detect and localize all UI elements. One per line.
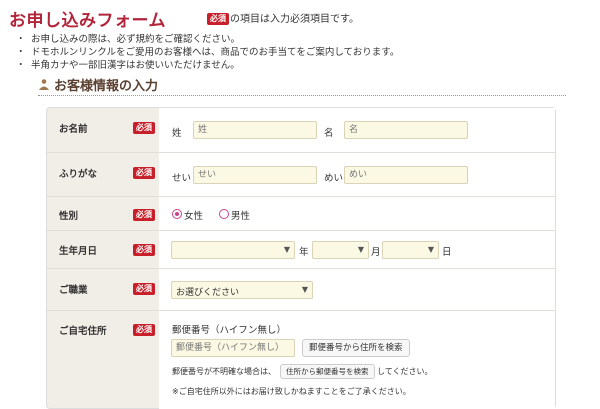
- birth-month-select[interactable]: ▼: [312, 241, 369, 259]
- person-icon: [39, 79, 49, 90]
- gender-female-radio[interactable]: [172, 209, 182, 219]
- last-kana-label: せい: [172, 173, 192, 184]
- gender-male-label[interactable]: 男性: [231, 208, 250, 222]
- birthdate-row: 生年月日 必須 ▼ 年 ▼ 月 ▼ 日: [47, 230, 555, 269]
- occupation-row: ご職業 必須 お選びください ▼: [47, 268, 555, 311]
- required-badge: 必須: [133, 244, 155, 256]
- required-badge: 必須: [133, 324, 155, 336]
- chevron-down-icon: ▼: [301, 285, 308, 294]
- last-name-label: 姓: [172, 128, 182, 139]
- postal-code-input[interactable]: 郵便番号（ハイフン無し）: [171, 339, 295, 357]
- birthdate-label: 生年月日: [59, 246, 98, 257]
- kana-row: ふりがな 必須 せい せい めい めい: [47, 152, 555, 197]
- last-name-input[interactable]: 姓: [193, 121, 317, 139]
- address-row: ご自宅住所 必須 郵便番号（ハイフン無し） 郵便番号（ハイフン無し） 郵便番号か…: [47, 310, 555, 409]
- postal-unknown-text: 郵便番号が不明確な場合は、: [172, 367, 276, 376]
- address-to-postal-button[interactable]: 住所から郵便番号を検索: [280, 364, 375, 379]
- name-label: お名前: [59, 124, 88, 135]
- occupation-label: ご職業: [59, 285, 88, 296]
- section-title: お客様情報の入力: [54, 79, 159, 94]
- occupation-field: お選びください ▼: [159, 269, 555, 311]
- name-fields: 姓 姓 名 名: [159, 108, 555, 152]
- gender-male-radio[interactable]: [219, 209, 229, 219]
- month-unit: 月: [371, 247, 381, 258]
- required-legend-text: の項目は入力必須項目です。: [230, 14, 359, 25]
- notes-list: お申し込みの際は、必ず規約をご確認ください。 ドモホルンリンクルをご愛用のお客様…: [16, 33, 399, 72]
- required-legend: 必須 の項目は入力必須項目です。: [207, 10, 359, 25]
- occupation-select[interactable]: お選びください ▼: [171, 281, 313, 299]
- chevron-down-icon: ▼: [283, 245, 290, 254]
- first-name-label: 名: [324, 128, 334, 139]
- kana-label: ふりがな: [59, 169, 98, 180]
- first-name-input[interactable]: 名: [344, 121, 468, 139]
- section-header: お客様情報の入力: [38, 75, 566, 96]
- first-kana-label: めい: [324, 173, 344, 184]
- gender-row: 性別 必須 女性 男性: [47, 196, 555, 231]
- occupation-value: お選びください: [176, 288, 240, 298]
- last-kana-input[interactable]: せい: [193, 166, 317, 184]
- gender-label: 性別: [59, 211, 79, 222]
- name-row: お名前 必須 姓 姓 名 名: [47, 108, 555, 152]
- chevron-down-icon: ▼: [427, 245, 434, 254]
- postal-code-label: 郵便番号（ハイフン無し）: [172, 325, 287, 336]
- required-badge: 必須: [133, 283, 155, 295]
- required-badge: 必須: [133, 122, 155, 134]
- day-unit: 日: [442, 247, 452, 258]
- birthdate-fields: ▼ 年 ▼ 月 ▼ 日: [159, 231, 555, 269]
- customer-form: お名前 必須 姓 姓 名 名 ふりがな 必須 せい せい めい めい 性別 必須…: [46, 107, 556, 409]
- address-note: ※ご自宅住所以外にはお届け致しかねますことをご了承ください。: [172, 387, 411, 396]
- address-fields: 郵便番号（ハイフン無し） 郵便番号（ハイフン無し） 郵便番号から住所を検索 郵便…: [159, 311, 555, 409]
- birth-day-select[interactable]: ▼: [382, 241, 439, 259]
- page-title: お申し込みフォーム: [9, 11, 166, 31]
- required-badge: 必須: [133, 167, 155, 179]
- required-badge: 必須: [133, 209, 155, 221]
- note-item: 半角カナや一部旧漢字はお使いいただけません。: [16, 59, 399, 72]
- gender-options: 女性 男性: [159, 197, 555, 231]
- first-kana-input[interactable]: めい: [344, 166, 468, 184]
- year-unit: 年: [299, 247, 309, 258]
- postal-search-button[interactable]: 郵便番号から住所を検索: [302, 339, 410, 357]
- note-item: お申し込みの際は、必ず規約をご確認ください。: [16, 33, 399, 46]
- postal-unknown-suffix: してください。: [377, 367, 433, 376]
- kana-fields: せい せい めい めい: [159, 153, 555, 197]
- required-badge: 必須: [207, 13, 229, 25]
- birth-year-select[interactable]: ▼: [171, 241, 295, 259]
- chevron-down-icon: ▼: [357, 245, 364, 254]
- address-label: ご自宅住所: [59, 326, 107, 337]
- note-item: ドモホルンリンクルをご愛用のお客様へは、商品でのお手当てをご案内しております。: [16, 46, 399, 59]
- gender-female-label[interactable]: 女性: [184, 208, 203, 222]
